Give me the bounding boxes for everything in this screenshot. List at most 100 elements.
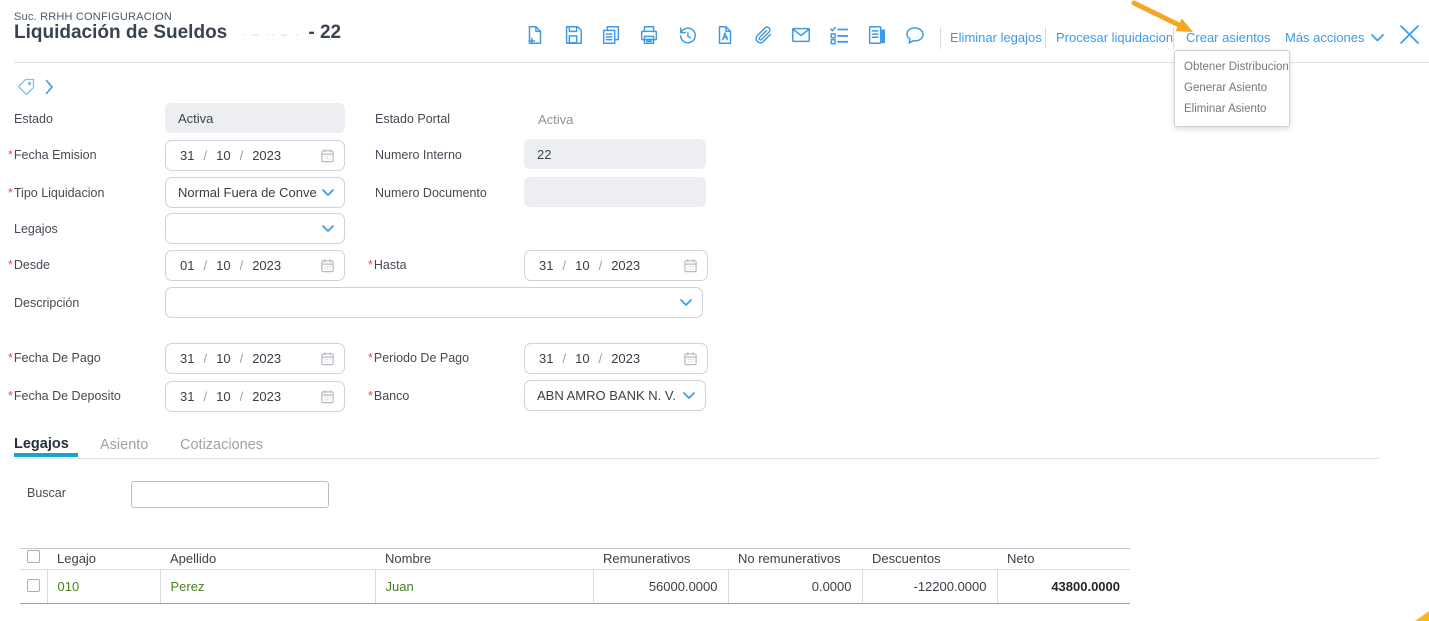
date-separator: / (240, 258, 244, 273)
report-icon[interactable] (866, 24, 888, 46)
year-segment[interactable]: 2023 (252, 258, 281, 273)
history-icon[interactable] (676, 24, 698, 46)
col-header-neto[interactable]: Neto (997, 549, 1130, 570)
calendar-icon[interactable] (683, 351, 698, 366)
month-segment[interactable]: 10 (575, 351, 589, 366)
new-document-icon[interactable] (524, 24, 546, 46)
cell-neto: 43800.0000 (997, 570, 1130, 604)
date-separator: / (240, 389, 244, 404)
calendar-icon[interactable] (320, 258, 335, 273)
menu-item-eliminar-asiento[interactable]: Eliminar Asiento (1175, 99, 1289, 120)
page-title-row: Liquidación de Sueldos · – ·· – · - 22 (14, 22, 341, 44)
print-icon[interactable] (638, 24, 660, 46)
select-all-checkbox[interactable] (27, 550, 40, 563)
hasta-label: Hasta (368, 258, 407, 272)
table-row[interactable]: 010 Perez Juan 56000.0000 0.0000 -12200.… (20, 570, 1130, 604)
day-segment[interactable]: 31 (180, 148, 194, 163)
year-segment[interactable]: 2023 (252, 148, 281, 163)
legajos-label: Legajos (14, 222, 58, 236)
page-title-number: - 22 (308, 22, 341, 44)
day-segment[interactable]: 31 (180, 351, 194, 366)
tag-row (16, 77, 54, 97)
tab-divider (14, 458, 1380, 459)
estado-field: Activa (165, 103, 345, 133)
date-separator: / (599, 351, 603, 366)
month-segment[interactable]: 10 (216, 389, 230, 404)
crear-asientos-menu: Obtener Distribucion Generar Asiento Eli… (1174, 50, 1290, 127)
numero-documento-field (524, 177, 706, 207)
col-header-apellido[interactable]: Apellido (160, 549, 375, 570)
month-segment[interactable]: 10 (216, 148, 230, 163)
date-separator: / (240, 148, 244, 163)
row-checkbox[interactable] (27, 579, 40, 592)
active-tab-underline (14, 453, 78, 457)
cell-apellido[interactable]: Perez (160, 570, 375, 604)
copy-icon[interactable] (600, 24, 622, 46)
fecha-de-pago-field[interactable]: 31/10/2023 (165, 343, 345, 374)
mas-acciones-button[interactable]: Más acciones (1285, 30, 1384, 45)
col-header-descuentos[interactable]: Descuentos (862, 549, 997, 570)
tab-asiento[interactable]: Asiento (100, 437, 148, 453)
day-segment[interactable]: 31 (539, 351, 553, 366)
calendar-icon[interactable] (320, 148, 335, 163)
fecha-emision-field[interactable]: 31 / 10 / 2023 (165, 140, 345, 171)
estado-portal-value: Activa (538, 112, 573, 127)
email-icon[interactable] (790, 24, 812, 46)
page-title: Liquidación de Sueldos (14, 22, 227, 44)
descripcion-label: Descripción (14, 296, 79, 310)
year-segment[interactable]: 2023 (611, 258, 640, 273)
day-segment[interactable]: 31 (180, 389, 194, 404)
annotation-arrow (1128, 0, 1200, 40)
date-separator: / (562, 351, 566, 366)
month-segment[interactable]: 10 (575, 258, 589, 273)
attachment-icon[interactable] (752, 24, 774, 46)
month-segment[interactable]: 10 (216, 351, 230, 366)
chevron-down-icon (683, 392, 695, 399)
col-header-nombre[interactable]: Nombre (375, 549, 593, 570)
calendar-icon[interactable] (320, 351, 335, 366)
banco-select[interactable]: ABN AMRO BANK N. V. (524, 380, 706, 411)
fecha-de-deposito-label: Fecha De Deposito (8, 389, 121, 403)
comment-icon[interactable] (904, 24, 926, 46)
hasta-field[interactable]: 31/10/2023 (524, 250, 708, 281)
year-segment[interactable]: 2023 (611, 351, 640, 366)
col-header-legajo[interactable]: Legajo (47, 549, 160, 570)
chevron-right-icon[interactable] (45, 79, 54, 95)
year-segment[interactable]: 2023 (252, 351, 281, 366)
col-header-remunerativos[interactable]: Remunerativos (593, 549, 728, 570)
calendar-icon[interactable] (320, 389, 335, 404)
col-header-no-remunerativos[interactable]: No remunerativos (728, 549, 862, 570)
checklist-icon[interactable] (828, 24, 850, 46)
desde-field[interactable]: 01/10/2023 (165, 250, 345, 281)
cell-nombre[interactable]: Juan (375, 570, 593, 604)
cell-descuentos: -12200.0000 (862, 570, 997, 604)
tab-legajos[interactable]: Legajos (14, 436, 69, 452)
date-separator: / (203, 148, 207, 163)
buscar-input[interactable] (131, 481, 329, 508)
calendar-icon[interactable] (683, 258, 698, 273)
cell-legajo[interactable]: 010 (47, 570, 160, 604)
legajos-select[interactable] (165, 213, 345, 244)
periodo-de-pago-label: Periodo De Pago (368, 351, 469, 365)
periodo-de-pago-field[interactable]: 31 / 10 / 2023 (524, 343, 708, 374)
document-a-icon[interactable] (714, 24, 736, 46)
tipo-liquidacion-select[interactable]: Normal Fuera de Conve (165, 177, 345, 208)
menu-item-generar-asiento[interactable]: Generar Asiento (1175, 78, 1289, 99)
estado-portal-label: Estado Portal (375, 112, 450, 126)
buscar-label: Buscar (27, 486, 66, 500)
menu-item-obtener-distribucion[interactable]: Obtener Distribucion (1175, 57, 1289, 78)
numero-interno-label: Numero Interno (375, 148, 462, 162)
tab-cotizaciones[interactable]: Cotizaciones (180, 437, 263, 453)
descripcion-select[interactable] (165, 287, 703, 318)
legajos-table: Legajo Apellido Nombre Remunerativos No … (20, 548, 1130, 604)
day-segment[interactable]: 31 (539, 258, 553, 273)
fecha-de-deposito-field[interactable]: 31/10/2023 (165, 381, 345, 412)
day-segment[interactable]: 01 (180, 258, 194, 273)
year-segment[interactable]: 2023 (252, 389, 281, 404)
save-icon[interactable] (562, 24, 584, 46)
month-segment[interactable]: 10 (216, 258, 230, 273)
close-icon[interactable] (1397, 22, 1422, 52)
chevron-down-icon (322, 225, 334, 232)
tag-icon[interactable] (16, 77, 36, 97)
eliminar-legajos-button[interactable]: Eliminar legajos (950, 30, 1042, 45)
